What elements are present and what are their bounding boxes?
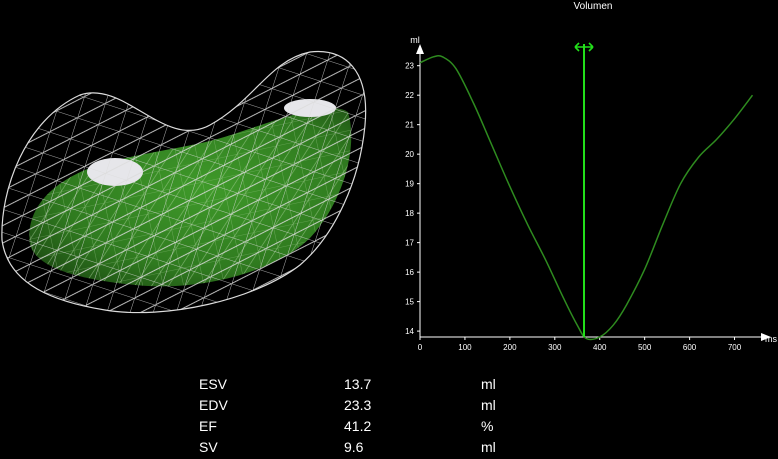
metric-row-ef: EF 41.2 %: [196, 416, 616, 437]
y-axis-unit-label: ml: [410, 35, 420, 45]
x-tick-label: 500: [638, 343, 652, 352]
volume-chart[interactable]: Volumen ml ms 14 15 16 17 18 19 20 21 22 23 0 100 20…: [395, 0, 778, 370]
x-tick-label: 100: [458, 343, 472, 352]
y-tick-label: 20: [405, 150, 414, 159]
y-tick-label: 21: [405, 121, 414, 130]
volume-curve: [419, 54, 754, 341]
metric-value: 13.7: [344, 376, 372, 392]
x-tick-label: 300: [548, 343, 562, 352]
x-tick-label: 700: [728, 343, 742, 352]
y-tick-label: 15: [405, 298, 414, 307]
metric-unit: ml: [481, 376, 496, 392]
y-tick-label: 18: [405, 209, 414, 218]
y-tick-label: 14: [405, 327, 414, 336]
metric-name: ESV: [199, 376, 228, 392]
metrics-table: ESV 13.7 ml EDV 23.3 ml EF 41.2 % SV 9.6…: [196, 374, 616, 458]
x-tick-label: 0: [418, 343, 423, 352]
y-tick-label: 16: [405, 268, 414, 277]
metric-row-esv: ESV 13.7 ml: [196, 374, 616, 395]
y-tick-label: 19: [405, 180, 414, 189]
metric-unit: ml: [481, 397, 496, 413]
metric-unit: ml: [481, 439, 496, 455]
volume-chart-svg: Volumen ml ms 141516171819202122230 100 20…: [405, 1, 777, 352]
y-tick-label: 23: [405, 62, 414, 71]
metric-name: SV: [199, 439, 218, 455]
metric-unit: %: [481, 418, 494, 434]
wireframe-mesh: [1, 50, 367, 314]
x-tick-label: 200: [503, 343, 517, 352]
ventricle-model: [1, 50, 367, 314]
metric-name: EF: [199, 418, 217, 434]
metric-row-edv: EDV 23.3 ml: [196, 395, 616, 416]
y-tick-label: 17: [405, 239, 414, 248]
ventricle-3d-view[interactable]: [0, 0, 410, 370]
metric-name: EDV: [199, 397, 228, 413]
chart-title: Volumen: [574, 1, 613, 12]
metric-value: 23.3: [344, 397, 372, 413]
time-marker[interactable]: [574, 42, 594, 337]
metric-value: 41.2: [344, 418, 372, 434]
y-axis-arrow: [416, 44, 424, 54]
x-tick-label: 400: [593, 343, 607, 352]
x-tick-label: 600: [683, 343, 697, 352]
metric-value: 9.6: [344, 439, 364, 455]
metric-row-sv: SV 9.6 ml: [196, 437, 616, 458]
y-tick-label: 22: [405, 91, 414, 100]
